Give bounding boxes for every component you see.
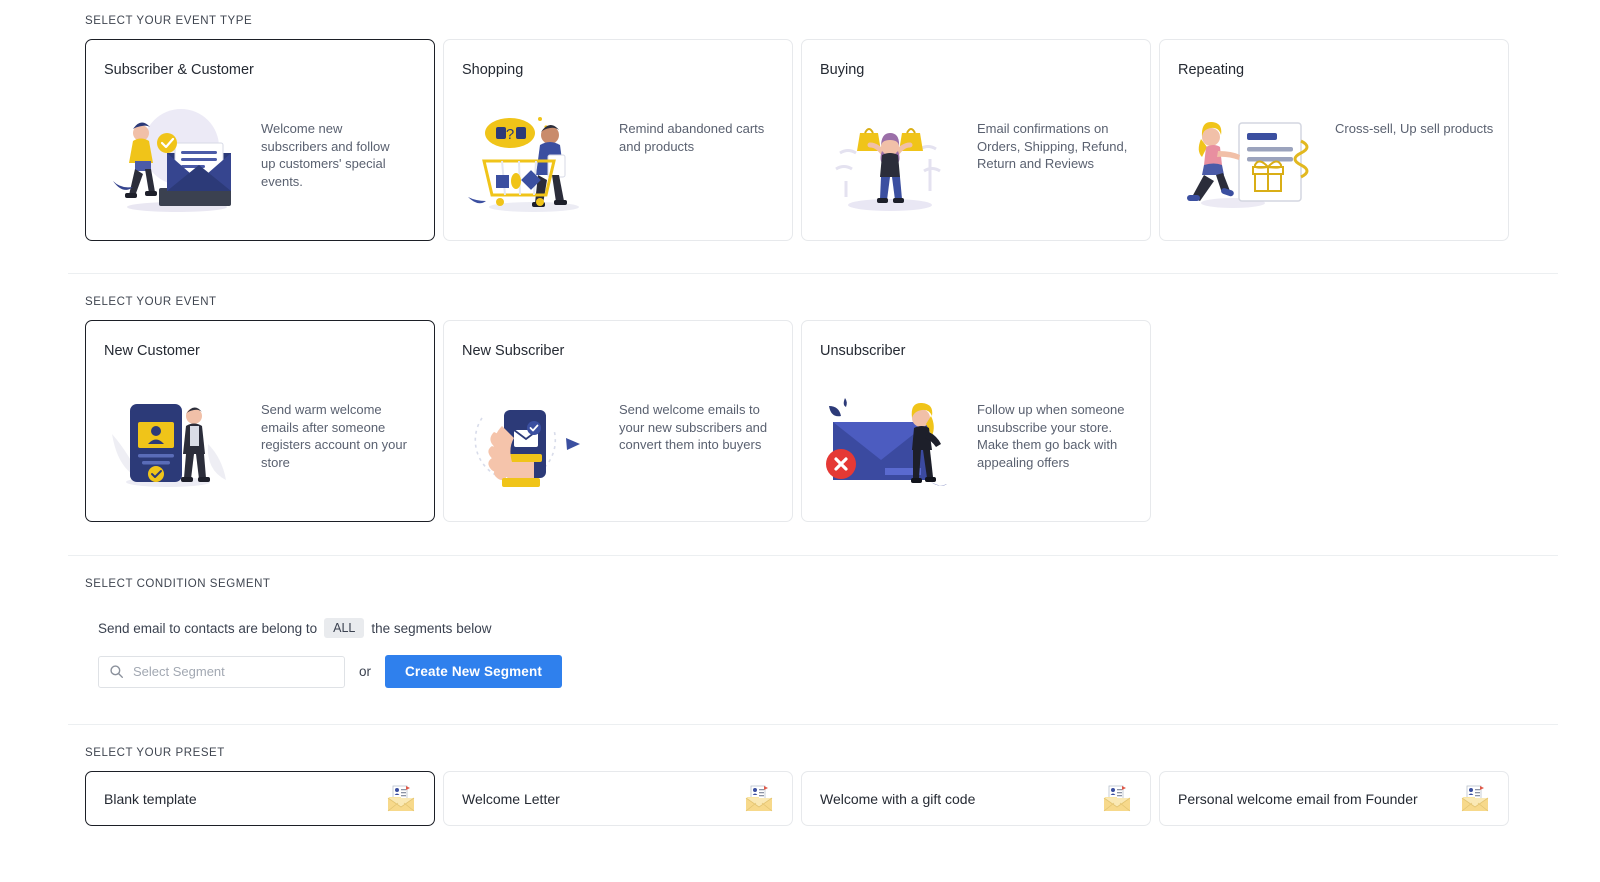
card-title: New Subscriber: [462, 343, 565, 359]
event-type-card-repeating[interactable]: Repeating Cross-sell, Up sell products: [1159, 39, 1509, 241]
segment-search-placeholder: Select Segment: [133, 664, 225, 680]
event-card-new-subscriber[interactable]: New Subscriber Send welcome emails to yo…: [443, 320, 793, 522]
card-description: Send warm welcome emails after someone r…: [261, 402, 407, 470]
section-event-type: SELECT YOUR EVENT TYPE Subscriber & Cust…: [0, 0, 1600, 241]
condition-text-before: Send email to contacts are belong to: [98, 620, 318, 636]
email-template-icon: [1460, 785, 1490, 813]
preset-card-welcome-with-gift-code[interactable]: Welcome with a gift code: [801, 771, 1151, 827]
person-with-cart-illustration: ?: [444, 100, 619, 220]
email-template-icon: [1102, 785, 1132, 813]
email-template-icon: [386, 785, 416, 813]
preset-card-row: Blank template Welcome Letter Welcome wi…: [0, 771, 1600, 827]
search-icon: [109, 664, 124, 679]
event-type-card-row: Subscriber & Customer Welcome new subscr…: [0, 39, 1600, 241]
card-description: Follow up when someone unsubscribe your …: [977, 402, 1125, 470]
card-title: Shopping: [462, 62, 524, 78]
card-title: Repeating: [1178, 62, 1245, 78]
or-label: or: [359, 664, 372, 680]
card-title: Unsubscriber: [820, 343, 906, 359]
person-with-envelope-illustration: [86, 100, 261, 220]
segment-search-input[interactable]: Select Segment: [98, 655, 345, 688]
event-type-card-subscriber-customer[interactable]: Subscriber & Customer Welcome new subscr…: [85, 39, 435, 241]
event-type-card-buying[interactable]: Buying Email confirmations on Orders, Sh…: [801, 39, 1151, 241]
preset-label: Blank template: [104, 790, 197, 807]
condition-operator-badge[interactable]: ALL: [324, 618, 365, 639]
email-template-icon: [744, 785, 774, 813]
preset-label: Welcome with a gift code: [820, 790, 976, 807]
condition-sentence: Send email to contacts are belong to ALL…: [0, 618, 1600, 639]
card-description: Send welcome emails to your new subscrib…: [619, 402, 768, 453]
preset-label: Personal welcome email from Founder: [1178, 790, 1418, 807]
person-with-shopping-bags-illustration: [802, 100, 977, 220]
automation-builder-page: SELECT YOUR EVENT TYPE Subscriber & Cust…: [0, 0, 1600, 882]
card-title: Buying: [820, 62, 865, 78]
preset-card-welcome-letter[interactable]: Welcome Letter: [443, 771, 793, 827]
section-label-event-type: SELECT YOUR EVENT TYPE: [85, 15, 253, 27]
card-description: Remind abandoned carts and products: [619, 121, 765, 154]
hand-holding-phone-illustration: [444, 381, 619, 501]
section-preset: SELECT YOUR PRESET Blank template Welcom…: [0, 725, 1600, 827]
preset-card-blank-template[interactable]: Blank template: [85, 771, 435, 827]
section-event: SELECT YOUR EVENT New Customer Send warm…: [0, 274, 1600, 522]
section-label-preset: SELECT YOUR PRESET: [85, 747, 225, 760]
card-title: New Customer: [104, 343, 200, 359]
create-new-segment-button[interactable]: Create New Segment: [385, 655, 563, 689]
phone-profile-illustration: [86, 381, 261, 501]
svg-text:?: ?: [505, 126, 513, 143]
preset-label: Welcome Letter: [462, 790, 560, 807]
card-description: Email confirmations on Orders, Shipping,…: [977, 121, 1128, 172]
card-description: Cross-sell, Up sell products: [1335, 121, 1494, 136]
envelope-with-error-illustration: [802, 381, 977, 501]
event-card-new-customer[interactable]: New Customer Send warm welcome emails af…: [85, 320, 435, 522]
section-label-event: SELECT YOUR EVENT: [85, 296, 217, 308]
condition-controls: Select Segment or Create New Segment: [0, 655, 1600, 689]
card-description: Welcome new subscribers and follow up cu…: [261, 121, 390, 189]
event-type-card-shopping[interactable]: Shopping ? Remind abandoned carts and pr…: [443, 39, 793, 241]
section-label-condition-segment: SELECT CONDITION SEGMENT: [85, 578, 271, 590]
preset-card-personal-welcome-email-from-founder[interactable]: Personal welcome email from Founder: [1159, 771, 1509, 827]
condition-text-after: the segments below: [371, 620, 492, 636]
section-condition-segment: SELECT CONDITION SEGMENT Send email to c…: [0, 556, 1600, 689]
event-card-row: New Customer Send warm welcome emails af…: [0, 320, 1600, 522]
event-card-unsubscriber[interactable]: Unsubscriber Follow up when someone unsu…: [801, 320, 1151, 522]
person-with-gift-document-illustration: [1160, 100, 1335, 220]
card-title: Subscriber & Customer: [104, 62, 254, 78]
